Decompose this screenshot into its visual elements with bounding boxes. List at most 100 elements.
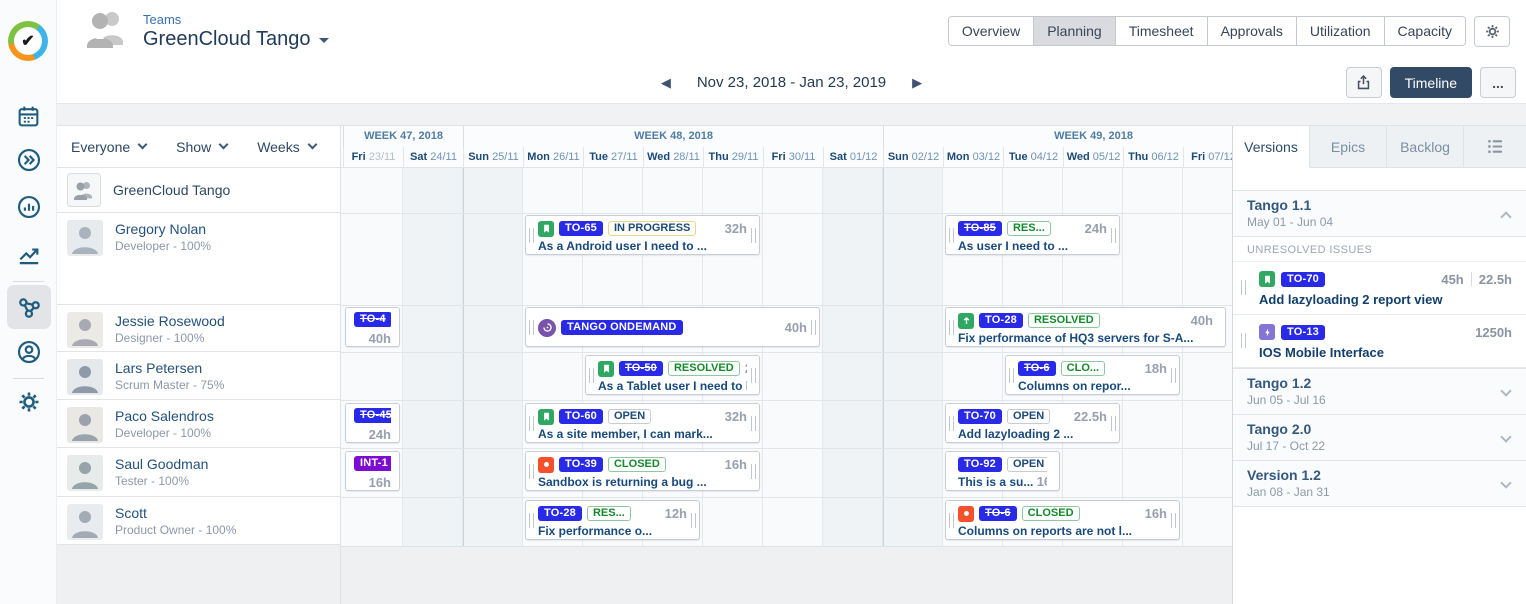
panel-issue-to-70[interactable]: TO-70 45h22.5h Add lazyloading 2 report … <box>1233 262 1526 315</box>
drag-handle[interactable] <box>529 416 534 431</box>
planning-board-icon-active[interactable] <box>7 285 51 329</box>
person-row-scott[interactable]: ScottProduct Owner - 100% <box>57 497 340 545</box>
task-card-to-39[interactable]: TO-39 CLOSED 16h Sandbox is returning a … <box>525 451 760 491</box>
hours-label: 1250h <box>1475 325 1512 340</box>
row-divider <box>341 400 1232 401</box>
drag-handle[interactable] <box>811 320 816 335</box>
remaining-hours-label: 22.5h <box>1479 272 1512 287</box>
versions-panel: Versions Epics Backlog Tango 1.1 May 01 … <box>1232 126 1526 604</box>
story-icon <box>538 409 554 425</box>
task-card-to-70[interactable]: TO-70 OPEN 22.5h Add lazyloading 2 ... <box>945 403 1120 443</box>
hours-label: 24h <box>369 427 391 442</box>
day-header: Sun 02/12 <box>883 147 943 168</box>
person-row-jessie-rosewood[interactable]: Jessie RosewoodDesigner - 100% <box>57 305 340 352</box>
drag-handle[interactable] <box>1241 333 1246 348</box>
trend-graph-icon[interactable] <box>15 241 42 268</box>
drag-handle[interactable] <box>949 320 954 335</box>
unresolved-issues-label: UNRESOLVED ISSUES <box>1233 237 1526 262</box>
task-card-to-6-scott[interactable]: TO-6 CLOSED 16h Columns on reports are n… <box>945 500 1180 540</box>
previous-period-arrow[interactable]: ◀ <box>661 75 671 91</box>
task-card-to-4[interactable]: TO-4 40h <box>345 307 400 347</box>
drag-handle[interactable] <box>1241 280 1246 295</box>
status-badge: CLO... <box>1061 361 1105 376</box>
task-card-to-28[interactable]: TO-28 RESOLVED 40h Fix performance of HQ… <box>945 307 1226 347</box>
hours-label: 40h <box>369 331 391 346</box>
breadcrumb[interactable]: Teams <box>143 12 329 28</box>
timeline-view-button[interactable]: Timeline <box>1390 67 1472 98</box>
version-section-version-1-2[interactable]: Version 1.2 Jan 08 - Jan 31 <box>1233 461 1526 507</box>
tab-timesheet[interactable]: Timesheet <box>1115 17 1207 45</box>
tab-utilization[interactable]: Utilization <box>1296 17 1384 45</box>
team-row[interactable]: GreenCloud Tango <box>57 168 340 213</box>
day-header: Mon 03/12 <box>943 147 1003 168</box>
scope-filter-dropdown[interactable]: Everyone <box>71 139 146 155</box>
person-icon[interactable] <box>15 338 42 365</box>
zoom-level-dropdown[interactable]: Weeks <box>257 139 316 155</box>
fast-forward-icon[interactable] <box>15 146 42 173</box>
person-row-lars-petersen[interactable]: Lars PetersenScrum Master - 75% <box>57 352 340 400</box>
task-card-to-85[interactable]: TO-85 RES... 24h As user I need to ... <box>945 215 1120 255</box>
tab-planning[interactable]: Planning <box>1033 17 1115 45</box>
person-row-paco-salendros[interactable]: Paco SalendrosDeveloper - 100% <box>57 400 340 448</box>
drag-handle[interactable] <box>1111 416 1116 431</box>
drag-handle[interactable] <box>1171 368 1176 383</box>
task-card-to-6[interactable]: TO-6 CLO... 18h Columns on repor... <box>1005 355 1180 395</box>
drag-handle[interactable] <box>949 228 954 243</box>
settings-gear-icon[interactable] <box>15 388 42 415</box>
drag-handle[interactable] <box>751 368 756 383</box>
day-header: Sat 01/12 <box>823 147 883 168</box>
issue-key-pill: TO-4 <box>354 312 391 327</box>
tab-capacity[interactable]: Capacity <box>1384 17 1465 45</box>
tab-backlog[interactable]: Backlog <box>1387 126 1464 167</box>
day-header: Wed 05/12 <box>1063 147 1123 168</box>
task-card-to-28-scott[interactable]: TO-28 RES... 12h Fix performance o... <box>525 500 700 540</box>
export-share-button[interactable] <box>1346 67 1382 98</box>
tab-overview[interactable]: Overview <box>949 17 1033 45</box>
task-card-to-50[interactable]: TO-50 RESOLVED 24h As a Tablet user I ne… <box>585 355 760 395</box>
person-row-gregory-nolan[interactable]: Gregory NolanDeveloper - 100% <box>57 213 340 305</box>
task-card-to-92[interactable]: TO-92 OPEN This is a su... 16h <box>945 451 1060 491</box>
tab-approvals[interactable]: Approvals <box>1207 17 1296 45</box>
drag-handle[interactable] <box>691 513 696 528</box>
drag-handle[interactable] <box>1171 513 1176 528</box>
more-options-button[interactable]: ... <box>1480 67 1516 98</box>
task-card-to-65[interactable]: TO-65 IN PROGRESS 32h As a Android user … <box>525 215 760 255</box>
task-card-to-45[interactable]: TO-45 24h <box>345 403 400 443</box>
version-section-tango-1-1[interactable]: Tango 1.1 May 01 - Jun 04 <box>1233 190 1526 237</box>
version-section-tango-2-0[interactable]: Tango 2.0 Jul 17 - Oct 22 <box>1233 415 1526 461</box>
tab-epics[interactable]: Epics <box>1310 126 1387 167</box>
drag-handle[interactable] <box>529 228 534 243</box>
date-range-label[interactable]: Nov 23, 2018 - Jan 23, 2019 <box>697 74 886 91</box>
panel-issue-to-13[interactable]: TO-13 1250h IOS Mobile Interface <box>1233 315 1526 368</box>
report-chart-icon[interactable] <box>15 193 42 220</box>
tab-versions[interactable]: Versions <box>1233 126 1310 168</box>
drag-handle[interactable] <box>751 228 756 243</box>
drag-handle[interactable] <box>529 320 534 335</box>
drag-handle[interactable] <box>751 464 756 479</box>
team-switcher[interactable]: GreenCloud Tango <box>143 28 329 51</box>
drag-handle[interactable] <box>1111 228 1116 243</box>
calendar-icon[interactable] <box>15 103 42 130</box>
next-period-arrow[interactable]: ▶ <box>912 75 922 91</box>
show-filter-dropdown[interactable]: Show <box>176 139 227 155</box>
drag-handle[interactable] <box>949 513 954 528</box>
left-icon-rail: ✔ <box>0 0 57 604</box>
list-view-icon[interactable] <box>1464 126 1526 167</box>
task-card-tango-ondemand[interactable]: TANGO ONDEMAND 40h <box>525 307 820 347</box>
settings-gear-button[interactable] <box>1474 16 1510 47</box>
person-row-saul-goodman[interactable]: Saul GoodmanTester - 100% <box>57 448 340 497</box>
issue-key-pill: TO-45 <box>354 408 391 423</box>
issue-summary: IOS Mobile Interface <box>1259 345 1512 360</box>
drag-handle[interactable] <box>1009 368 1014 383</box>
day-column <box>823 168 883 546</box>
task-card-int-1[interactable]: INT-1 16h <box>345 451 400 491</box>
drag-handle[interactable] <box>751 416 756 431</box>
drag-handle[interactable] <box>529 464 534 479</box>
drag-handle[interactable] <box>949 416 954 431</box>
activitytimeline-logo-icon[interactable]: ✔ <box>8 21 48 61</box>
drag-handle[interactable] <box>589 368 594 383</box>
version-section-tango-1-2[interactable]: Tango 1.2 Jun 05 - Jul 16 <box>1233 368 1526 415</box>
task-card-to-60[interactable]: TO-60 OPEN 32h As a site member, I can m… <box>525 403 760 443</box>
drag-handle[interactable] <box>529 513 534 528</box>
card-summary: As a Android user I need to ... <box>538 238 747 255</box>
